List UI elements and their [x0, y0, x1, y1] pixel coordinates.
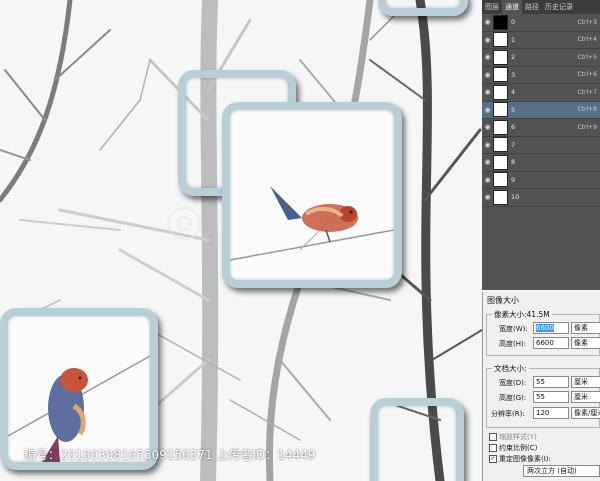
constrain-label: 约束比例(C) [499, 444, 538, 452]
doc-height-label: 高度(G): [499, 394, 527, 402]
resolution-label: 分辨率(R): [491, 410, 525, 418]
resample-label: 重定图像像素(I): [499, 455, 551, 463]
channel-shortcut: Ctrl+9 [577, 123, 597, 131]
channel-name: 0 [511, 18, 516, 27]
checkbox-box [489, 433, 497, 441]
channel-name: 10 [511, 193, 520, 202]
channel-row[interactable]: ◉ 6 Ctrl+9 [482, 119, 600, 137]
visibility-eye-icon[interactable]: ◉ [482, 176, 493, 184]
channel-thumbnail [493, 172, 508, 188]
channels-panel: 图层 通道 路径 历史记录 ◉ 0 Ctrl+3 ◉ 1 Ctrl+4 ◉ 2 Ctrl+5… [482, 0, 600, 290]
visibility-eye-icon[interactable]: ◉ [482, 88, 493, 96]
image-canvas: ◎ ◎ 编号：20160308165509150371 上传者ID：14449 [0, 0, 482, 481]
channel-shortcut: Ctrl+7 [577, 88, 597, 96]
tab-layers[interactable]: 图层 [482, 0, 502, 14]
channel-row[interactable]: ◉ 4 Ctrl+7 [482, 84, 600, 102]
frame-top-right [378, 0, 468, 16]
channel-row[interactable]: ◉ 8 [482, 154, 600, 172]
height-input[interactable]: 6600 [533, 337, 569, 349]
doc-width-label: 宽度(D): [499, 379, 527, 387]
resolution-input[interactable]: 120 [533, 407, 569, 419]
channel-thumbnail [493, 84, 508, 100]
height-unit-select[interactable]: 像素 [571, 337, 600, 349]
channel-name: 2 [511, 53, 516, 62]
doc-width-unit-select[interactable]: 厘米 [571, 376, 600, 388]
width-input[interactable]: 6600 [533, 322, 569, 334]
resolution-unit-select[interactable]: 像素/厘米 [571, 407, 600, 419]
document-size-label: 文档大小: [492, 363, 529, 374]
scale-styles-checkbox[interactable]: 缩放样式(Y) [489, 432, 537, 442]
tab-history[interactable]: 历史记录 [542, 0, 576, 14]
checkbox-box [489, 444, 497, 452]
resample-checkbox[interactable]: ✓ 重定图像像素(I): [489, 454, 551, 464]
channel-shortcut: Ctrl+5 [577, 53, 597, 61]
doc-height-input[interactable]: 55 [533, 391, 569, 403]
image-size-dialog: 图像大小 像素大小:41.5M 宽度(W): 6600 像素 高度(H): 66… [482, 292, 600, 481]
channel-thumbnail [493, 32, 508, 48]
doc-width-input[interactable]: 55 [533, 376, 569, 388]
channel-row[interactable]: ◉ 2 Ctrl+5 [482, 49, 600, 67]
channel-row[interactable]: ◉ 0 Ctrl+3 [482, 14, 600, 32]
channel-shortcut: Ctrl+3 [577, 18, 597, 26]
channel-thumbnail [493, 154, 508, 170]
channel-row[interactable]: ◉ 1 Ctrl+4 [482, 32, 600, 49]
resample-method-select[interactable]: 两次立方 (自动) [523, 465, 600, 477]
channel-list: ◉ 0 Ctrl+3 ◉ 1 Ctrl+4 ◉ 2 Ctrl+5 ◉ 3 Ctrl+6 ◉ 4 Ct… [482, 14, 600, 207]
tab-paths[interactable]: 路径 [522, 0, 542, 14]
visibility-eye-icon[interactable]: ◉ [482, 18, 493, 26]
channel-name: 7 [511, 140, 516, 149]
watermark-text: 编号：20160308165509150371 上传者ID：14449 [24, 448, 316, 462]
channel-shortcut: Ctrl+8 [577, 106, 597, 114]
width-label: 宽度(W): [499, 325, 528, 333]
channel-row[interactable]: ◉ 10 [482, 189, 600, 207]
tab-channels[interactable]: 通道 [502, 0, 522, 14]
visibility-eye-icon[interactable]: ◉ [482, 193, 493, 201]
channel-name: 8 [511, 158, 516, 167]
constrain-proportions-checkbox[interactable]: 约束比例(C) [489, 443, 537, 453]
panel-tabs: 图层 通道 路径 历史记录 [482, 0, 600, 14]
bird-painting-center [230, 186, 394, 261]
channel-shortcut: Ctrl+4 [577, 36, 597, 44]
channel-name: 6 [511, 123, 516, 132]
pixel-dimensions-group: 像素大小:41.5M 宽度(W): 6600 像素 高度(H): 6600 像素 [486, 309, 600, 356]
channel-row-selected[interactable]: ◉ 5 Ctrl+8 [482, 101, 600, 119]
document-size-group: 文档大小: 宽度(D): 55 厘米 高度(G): 55 厘米 分辨率(R): … [486, 363, 600, 428]
channel-row[interactable]: ◉ 7 [482, 137, 600, 154]
visibility-eye-icon[interactable]: ◉ [482, 36, 493, 44]
channel-thumbnail [493, 67, 508, 83]
channel-thumbnail [493, 137, 508, 153]
doc-height-unit-select[interactable]: 厘米 [571, 391, 600, 403]
channel-thumbnail [493, 49, 508, 65]
pixel-dimensions-label: 像素大小:41.5M [492, 309, 552, 320]
channel-name: 5 [511, 105, 516, 114]
channel-shortcut: Ctrl+6 [577, 71, 597, 79]
visibility-eye-icon[interactable]: ◉ [482, 141, 493, 149]
dialog-title: 图像大小 [487, 296, 519, 305]
visibility-eye-icon[interactable]: ◉ [482, 71, 493, 79]
channel-thumbnail [493, 189, 508, 205]
channel-name: 3 [511, 70, 516, 79]
check-icon: ✓ [489, 455, 497, 463]
channel-thumbnail [493, 102, 508, 118]
channel-thumbnail [493, 14, 508, 30]
channel-name: 1 [511, 35, 516, 44]
scale-styles-label: 缩放样式(Y) [499, 433, 537, 441]
channel-name: 4 [511, 88, 516, 97]
visibility-eye-icon[interactable]: ◉ [482, 106, 493, 114]
width-unit-select[interactable]: 像素 [571, 322, 600, 334]
channel-row[interactable]: ◉ 9 [482, 172, 600, 189]
visibility-eye-icon[interactable]: ◉ [482, 53, 493, 61]
frame-bird-center [222, 102, 402, 288]
bird-painting-left [8, 355, 150, 462]
channel-thumbnail [493, 119, 508, 135]
channel-row[interactable]: ◉ 3 Ctrl+6 [482, 67, 600, 84]
visibility-eye-icon[interactable]: ◉ [482, 158, 493, 166]
height-label: 高度(H): [499, 340, 527, 348]
visibility-eye-icon[interactable]: ◉ [482, 123, 493, 131]
frame-bottom-right [370, 398, 464, 481]
watermark-logo: ◎ [165, 195, 204, 246]
channel-name: 9 [511, 175, 516, 184]
